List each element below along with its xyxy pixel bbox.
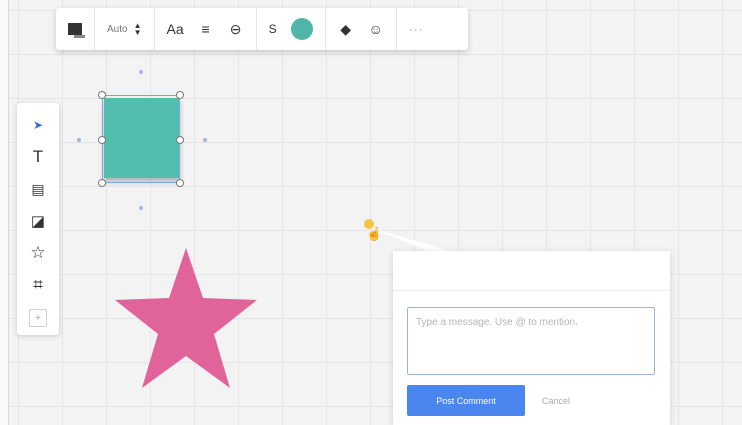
context-toolbar: Auto ▲ ▼ Aa ≡ ⊖ S ◆ ☺ ··· [56,8,468,50]
post-comment-button[interactable]: Post Comment [407,385,525,416]
comment-tool[interactable]: ▤ [25,177,51,201]
shape-tool[interactable]: ☆ [25,241,51,265]
toolbar-group-extras: ◆ ☺ [326,8,397,50]
more-options-button[interactable]: ··· [409,22,424,36]
connector-dot-right[interactable] [203,138,207,142]
add-tool-button[interactable]: + [29,309,47,327]
align-center-icon[interactable]: ≡ [198,21,214,37]
font-size-control[interactable]: Auto ▲ ▼ [95,8,155,50]
frame-icon: ⌗ [33,275,43,294]
connector-dot-top[interactable] [139,70,143,74]
comment-input[interactable] [407,307,655,375]
resize-handle-right[interactable] [176,136,184,144]
stepper-down-icon[interactable]: ▼ [134,29,142,37]
selection-box [102,95,180,183]
tool-rail: ➤ T ▤ ◪ ☆ ⌗ + [17,103,59,335]
resize-handle-bottom-right[interactable] [176,179,184,187]
emoji-icon[interactable]: ☺ [368,21,384,37]
comment-panel-header [393,251,670,291]
resize-handle-top-right[interactable] [176,91,184,99]
font-size-stepper[interactable]: ▲ ▼ [134,22,142,37]
connector-dot-bottom[interactable] [139,206,143,210]
frame-tool[interactable]: ⌗ [25,273,51,297]
pointer-icon: ➤ [32,118,44,132]
resize-handle-left[interactable] [98,136,106,144]
canvas-left-edge [0,0,9,425]
sticky-note-tool[interactable]: ◪ [25,209,51,233]
cancel-button[interactable]: Cancel [531,385,581,416]
comment-icon: ▤ [31,180,45,197]
toolbar-group-color: S [257,8,326,50]
toolbar-group-text: Aa ≡ ⊖ [155,8,257,50]
comment-panel: Post Comment Cancel [393,251,670,425]
resize-handle-bottom-left[interactable] [98,179,106,187]
text-icon: T [32,147,44,166]
shadow-style-icon[interactable] [68,23,85,38]
stroke-button[interactable]: S [269,22,277,36]
fill-color-swatch[interactable] [290,18,313,40]
text-format-button[interactable]: Aa [167,21,184,37]
text-tool[interactable]: T [25,145,51,169]
resize-handle-top-left[interactable] [98,91,106,99]
font-size-value: Auto [107,23,128,35]
toolbar-group-style [56,8,95,50]
toolbar-group-more: ··· [397,8,436,50]
tag-icon[interactable]: ◆ [338,21,354,38]
star-shape[interactable] [113,248,259,390]
connector-dot-left[interactable] [77,138,81,142]
link-icon[interactable]: ⊖ [228,21,244,38]
star-icon: ☆ [30,243,46,262]
sticky-note-icon: ◪ [30,213,46,230]
select-tool[interactable]: ➤ [25,113,51,137]
